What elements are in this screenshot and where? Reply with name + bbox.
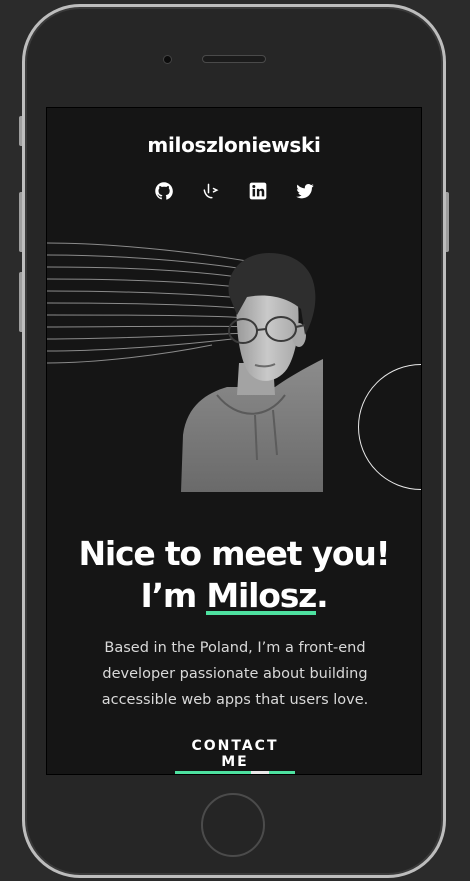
headline-name: Milosz (206, 576, 317, 615)
contact-me-underline (175, 771, 295, 774)
linkedin-icon[interactable] (247, 180, 269, 202)
home-button[interactable] (201, 793, 265, 857)
twitter-icon[interactable] (294, 180, 316, 202)
phone-screen: miloszloniewski Nice to meet you! I’m Mi… (46, 107, 422, 775)
contact-me-link[interactable]: CONTACT ME (175, 738, 295, 774)
hero-headline: Nice to meet you! I’m Milosz. (47, 533, 421, 617)
headline-line-2: I’m Milosz. (47, 575, 421, 617)
underline-highlight (251, 771, 269, 774)
headline-suffix: . (316, 576, 329, 615)
frontend-mentor-icon[interactable] (200, 180, 222, 202)
github-icon[interactable] (153, 180, 175, 202)
social-links (47, 180, 421, 202)
hero-bio: Based in the Poland, I’m a front-end dev… (101, 640, 369, 708)
profile-photo (181, 253, 323, 492)
circle-decoration (358, 364, 421, 490)
headline-line-1: Nice to meet you! (78, 534, 390, 573)
headline-prefix: I’m (140, 576, 207, 615)
earpiece-speaker (202, 55, 266, 63)
front-camera (163, 55, 172, 64)
site-title[interactable]: miloszloniewski (47, 133, 421, 157)
device-stage: miloszloniewski Nice to meet you! I’m Mi… (0, 0, 470, 881)
